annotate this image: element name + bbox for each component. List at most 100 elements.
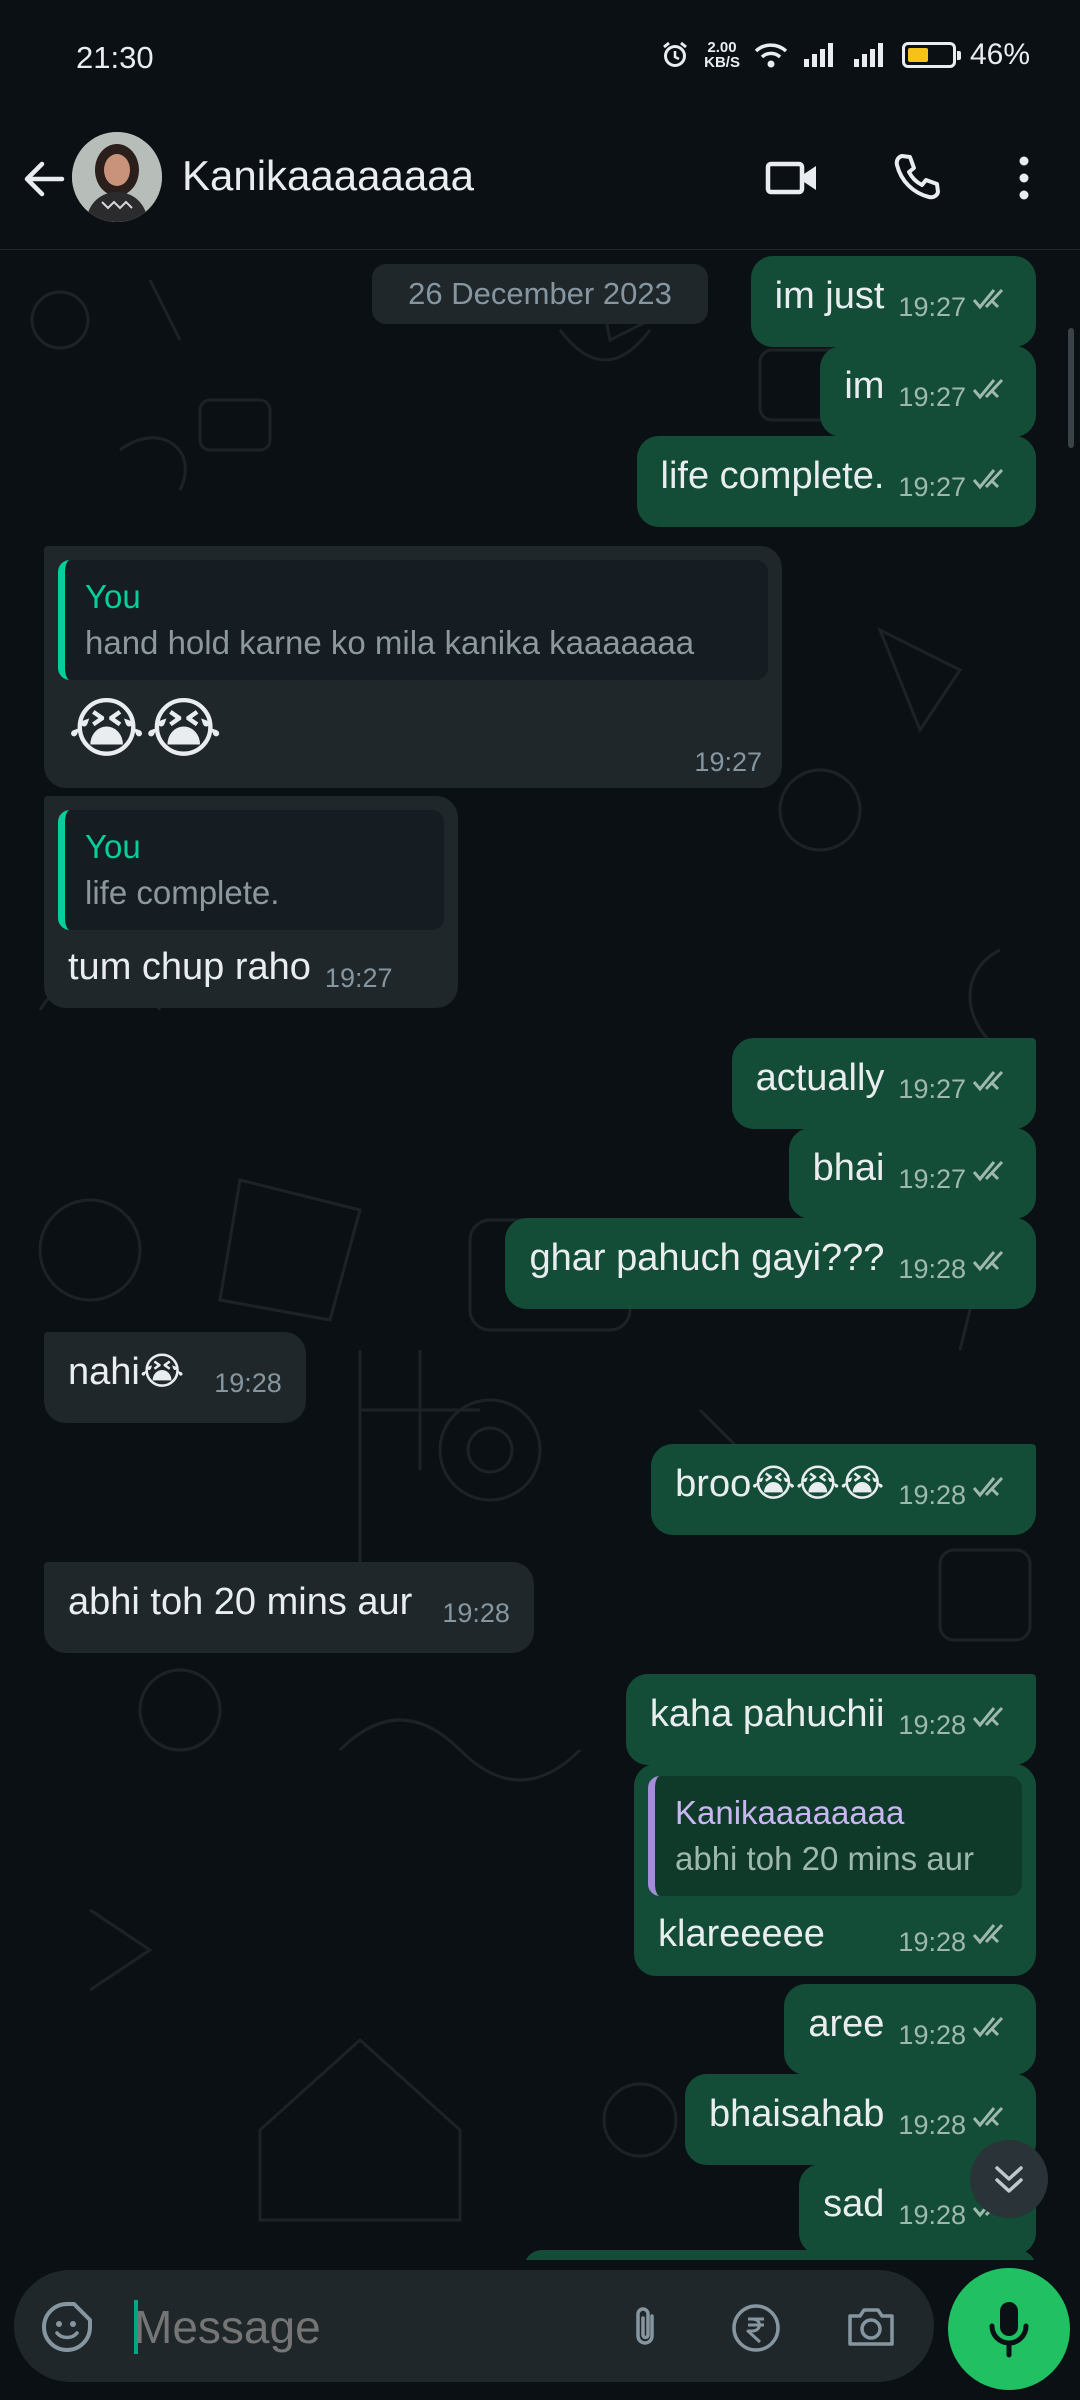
quoted-sender: You	[85, 578, 141, 615]
signal-icon	[853, 43, 883, 67]
message-time: 19:27	[898, 382, 966, 412]
video-call-icon[interactable]	[762, 148, 822, 208]
message-time: 19:27	[694, 747, 762, 777]
alarm-icon	[663, 41, 688, 67]
message-text: 😭😭	[68, 691, 223, 765]
message-time: 19:27	[898, 472, 966, 502]
message-time: 19:28	[214, 1368, 282, 1398]
message-text: kaha pahuchii	[649, 1693, 885, 1735]
message-text: aree	[808, 2003, 885, 2045]
outgoing-message[interactable]: life complete. 19:27	[636, 436, 1036, 527]
message-time: 19:27	[898, 1164, 966, 1194]
outgoing-message[interactable]: ghar pahuch gayi??? 19:28	[505, 1218, 1036, 1309]
rupee-payment-icon[interactable]	[730, 2302, 782, 2354]
status-time: 21:30	[76, 40, 154, 75]
status-icons: 2.00 KB/S 46%	[660, 38, 1030, 72]
message-input-container[interactable]	[14, 2270, 934, 2382]
incoming-message-reply[interactable]: You life complete. tum chup raho 19:27	[44, 796, 458, 1008]
message-text-row: tum chup raho 19:27	[68, 946, 434, 994]
double-check-icon	[972, 378, 1004, 400]
chat-header: Kanikaaaaaaaa	[0, 118, 1080, 250]
message-text: im just	[774, 275, 885, 317]
avatar[interactable]	[72, 132, 162, 222]
double-check-icon	[972, 1160, 1004, 1182]
message-text: nahi😭	[68, 1351, 185, 1393]
wifi-icon	[754, 43, 788, 68]
message-time: 19:28	[898, 2020, 966, 2050]
scrollbar[interactable]	[1068, 328, 1074, 448]
voice-record-button[interactable]	[948, 2268, 1070, 2390]
message-text: sad	[823, 2183, 885, 2225]
more-options-icon[interactable]	[994, 148, 1054, 208]
message-time: 19:28	[442, 1598, 510, 1628]
chat-area[interactable]: 26 December 2023 im just 19:27 im 19:27 li…	[0, 250, 1080, 2260]
outgoing-message[interactable]: kaha pahuchii 19:28	[625, 1674, 1036, 1765]
contact-name[interactable]: Kanikaaaaaaaa	[182, 152, 474, 200]
double-check-icon	[972, 2106, 1004, 2128]
message-time: 19:27	[898, 292, 966, 322]
message-text: bhaisahab	[709, 2093, 885, 2135]
message-input[interactable]	[134, 2300, 614, 2354]
quoted-message[interactable]: Kanikaaaaaaaa abhi toh 20 mins aur	[648, 1776, 1022, 1896]
double-check-icon	[972, 1476, 1004, 1498]
incoming-message[interactable]: nahi😭 19:28	[44, 1332, 306, 1423]
message-text: bhai	[812, 1147, 885, 1189]
message-text-row: klareeeee 19:28	[658, 1910, 1012, 1958]
composer-bar	[0, 2260, 1080, 2400]
outgoing-message-reply[interactable]: Kanikaaaaaaaa abhi toh 20 mins aur klare…	[634, 1764, 1036, 1976]
camera-icon[interactable]	[844, 2300, 898, 2354]
double-check-icon	[972, 2016, 1004, 2038]
message-text: actually	[755, 1057, 885, 1099]
outgoing-message[interactable]: actually 19:27	[731, 1038, 1036, 1129]
message-text: ghar pahuch gayi???	[529, 1237, 885, 1279]
battery-icon	[901, 42, 961, 68]
message-time: 19:28	[898, 1710, 966, 1740]
message-time: 19:27	[898, 1074, 966, 1104]
network-speed-unit: KB/S	[704, 54, 740, 71]
scroll-down-button[interactable]	[970, 2140, 1048, 2218]
double-check-icon	[972, 468, 1004, 490]
double-check-icon	[972, 1070, 1004, 1092]
signal-icon	[803, 43, 833, 67]
incoming-message[interactable]: abhi toh 20 mins aur 19:28	[44, 1562, 534, 1653]
message-text: tum chup raho	[68, 946, 311, 988]
outgoing-message[interactable]: aree 19:28	[784, 1984, 1036, 2075]
quoted-message[interactable]: You hand hold karne ko mila kanika kaaaa…	[58, 560, 768, 680]
double-check-icon	[972, 288, 1004, 310]
double-check-icon	[972, 1250, 1004, 1272]
message-time: 19:27	[324, 963, 393, 993]
message-time: 19:28	[898, 1927, 966, 1957]
quoted-text: hand hold karne ko mila kanika kaaaaaaa	[85, 624, 695, 661]
quoted-text: abhi toh 20 mins aur	[675, 1840, 975, 1877]
mic-icon	[989, 2302, 1029, 2358]
date-chip: 26 December 2023	[372, 264, 708, 324]
double-check-icon	[972, 1706, 1004, 1728]
outgoing-message[interactable]: broo😭😭😭 19:28	[651, 1444, 1036, 1535]
message-text: abhi toh 20 mins aur	[68, 1581, 413, 1623]
quoted-sender: You	[85, 828, 141, 865]
outgoing-message-partial[interactable]	[524, 2250, 1036, 2260]
quoted-message[interactable]: You life complete.	[58, 810, 444, 930]
outgoing-message[interactable]: bhai 19:27	[788, 1128, 1036, 1219]
message-text: life complete.	[660, 455, 885, 497]
attach-icon[interactable]	[622, 2304, 668, 2350]
message-text: broo😭😭😭	[675, 1463, 885, 1505]
voice-call-icon[interactable]	[886, 148, 946, 208]
message-time: 19:28	[898, 1254, 966, 1284]
message-text: im	[844, 365, 885, 407]
incoming-message-reply[interactable]: You hand hold karne ko mila kanika kaaaa…	[44, 546, 782, 788]
network-speed: 2.00 KB/S	[704, 40, 740, 70]
back-arrow-icon[interactable]	[18, 154, 68, 204]
message-time: 19:28	[898, 2200, 966, 2230]
status-bar: 21:30 2.00 KB/S 46%	[0, 0, 1080, 118]
battery-percent: 46%	[969, 38, 1030, 71]
quoted-text: life complete.	[85, 874, 280, 911]
message-text: klareeeee	[658, 1912, 825, 1955]
sticker-icon[interactable]	[40, 2300, 94, 2354]
quoted-sender: Kanikaaaaaaaa	[675, 1794, 905, 1831]
message-time: 19:28	[898, 2110, 966, 2140]
scroll-down-icon	[995, 2166, 1023, 2193]
outgoing-message[interactable]: im 19:27	[820, 346, 1036, 437]
network-speed-value: 2.00	[707, 39, 737, 56]
outgoing-message[interactable]: im just 19:27	[750, 256, 1036, 347]
